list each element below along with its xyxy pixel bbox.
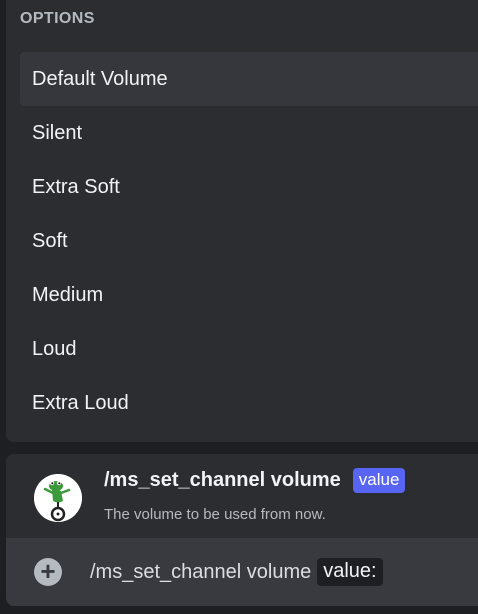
- plus-circle-icon[interactable]: +: [34, 558, 62, 586]
- option-medium[interactable]: Medium: [20, 268, 478, 322]
- option-label: Loud: [32, 337, 77, 360]
- input-param-chip[interactable]: value:: [317, 558, 383, 586]
- value-param-chip: value: [352, 468, 406, 493]
- frog-unicycle-avatar-icon: [34, 474, 82, 522]
- option-extra-soft[interactable]: Extra Soft: [20, 160, 478, 214]
- option-label: Silent: [32, 121, 83, 144]
- command-title-row: /ms_set_channel volume value: [104, 468, 406, 493]
- message-input[interactable]: /ms_set_channel volume value:: [90, 558, 383, 586]
- options-popup: OPTIONS Default Volume Silent Extra Soft…: [6, 0, 478, 442]
- option-silent[interactable]: Silent: [20, 106, 478, 160]
- option-label: Default Volume: [32, 67, 168, 90]
- chat-input-bar[interactable]: + /ms_set_channel volume value:: [6, 538, 478, 606]
- command-description: The volume to be used from now.: [104, 506, 326, 523]
- options-list: Default Volume Silent Extra Soft Soft Me…: [20, 52, 478, 430]
- option-label: Soft: [32, 229, 68, 252]
- input-command-text: /ms_set_channel volume: [90, 560, 312, 583]
- options-header: OPTIONS: [20, 10, 95, 27]
- option-default-volume[interactable]: Default Volume: [20, 52, 478, 106]
- option-label: Extra Soft: [32, 175, 120, 198]
- option-label: Extra Loud: [32, 391, 129, 414]
- command-name: /ms_set_channel volume: [104, 469, 341, 491]
- discord-command-autocomplete: OPTIONS Default Volume Silent Extra Soft…: [0, 0, 478, 614]
- option-soft[interactable]: Soft: [20, 214, 478, 268]
- option-loud[interactable]: Loud: [20, 322, 478, 376]
- option-label: Medium: [32, 283, 104, 306]
- option-extra-loud[interactable]: Extra Loud: [20, 376, 478, 430]
- command-suggestion[interactable]: /ms_set_channel volume value The volume …: [6, 454, 478, 538]
